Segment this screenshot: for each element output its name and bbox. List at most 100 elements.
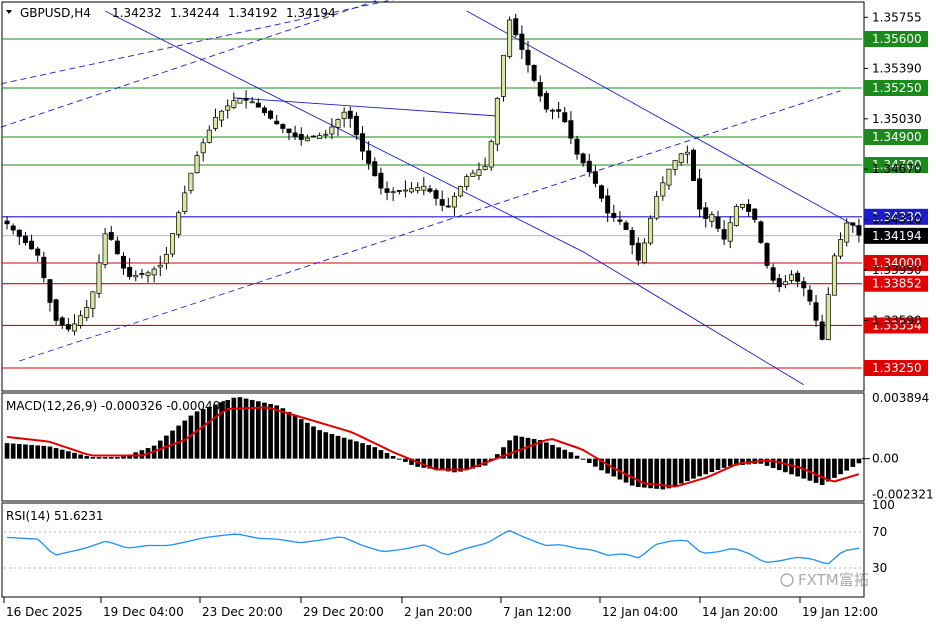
macd-hist-bar	[262, 402, 267, 459]
time-tick-label: 23 Dec 20:00	[202, 605, 283, 619]
chart-svg: 1.356001.352501.349001.347001.343301.341…	[0, 0, 936, 624]
candle-bear	[513, 18, 519, 36]
candle-bull	[341, 111, 347, 120]
macd-hist-bar	[703, 458, 709, 475]
macd-hist-bar	[115, 457, 120, 459]
candle-bull	[231, 100, 237, 108]
candle-bear	[599, 185, 605, 199]
macd-hist-bar	[59, 449, 65, 459]
macd-hist-bar	[335, 435, 341, 459]
candle-bear	[690, 149, 696, 182]
candle-bear	[531, 64, 537, 81]
open-value: 1.34232	[112, 6, 162, 20]
candle-bear	[592, 171, 598, 184]
macd-hist-bar	[66, 451, 71, 459]
time-tick-label: 2 Jan 20:00	[404, 605, 472, 619]
macd-hist-bar	[280, 408, 286, 459]
candle-bull	[470, 172, 476, 177]
candle-bull	[188, 172, 194, 191]
candle-bull	[825, 294, 831, 341]
candle-bull	[500, 54, 506, 97]
macd-hist-bar	[305, 422, 310, 459]
candle-bull	[727, 222, 733, 242]
price-tick-label: 1.33590	[872, 313, 922, 327]
macd-hist-bar	[776, 458, 782, 471]
candle-bear	[445, 205, 451, 208]
candle-bear	[525, 49, 531, 66]
candle-bear	[519, 33, 525, 50]
candle-bull	[78, 315, 84, 326]
candle-bear	[752, 208, 758, 220]
time-tick-label: 16 Dec 2025	[6, 605, 83, 619]
macd-hist-bar	[10, 443, 16, 459]
candle-bear	[310, 135, 316, 138]
macd-hist-bar	[403, 458, 408, 462]
time-tick-label: 12 Jan 04:00	[602, 605, 678, 619]
candle-bear	[746, 204, 752, 212]
macd-hist-bar	[90, 457, 96, 459]
macd-hist-bar	[513, 435, 519, 459]
symbol-label[interactable]: GBPUSD,H4	[20, 6, 91, 20]
time-tick-label: 7 Jan 12:00	[503, 605, 571, 619]
candle-bear	[347, 110, 353, 119]
candle-bear	[274, 120, 280, 125]
candle-bear	[366, 150, 372, 164]
macd-hist-bar	[274, 405, 280, 459]
candle-bull	[678, 153, 684, 164]
candle-bear	[770, 267, 776, 281]
macd-hist-bar	[580, 458, 586, 460]
macd-hist-bar	[507, 440, 512, 459]
macd-hist-bar	[617, 458, 623, 480]
macd-hist-bar	[783, 458, 788, 473]
candle-bull	[304, 137, 310, 142]
close-value: 1.34194	[286, 6, 336, 20]
candle-bear	[41, 256, 47, 279]
candle-bull	[451, 195, 457, 208]
candle-bull	[831, 255, 837, 296]
macd-hist-bar	[678, 458, 684, 484]
macd-hist-bar	[685, 458, 690, 482]
candle-bear	[580, 153, 586, 164]
macd-hist-bar	[635, 458, 641, 487]
candle-bear	[617, 219, 623, 222]
candle-bear	[4, 220, 10, 225]
candle-bear	[758, 221, 764, 243]
macd-hist-bar	[384, 453, 390, 459]
candle-bear	[721, 229, 727, 240]
rsi-label: RSI(14) 51.6231	[6, 509, 104, 523]
rsi-tick-label: 70	[872, 525, 887, 539]
candle-bull	[96, 262, 102, 294]
candle-bear	[623, 222, 629, 230]
candle-bear	[292, 132, 298, 138]
chart-background	[0, 0, 936, 624]
candle-bull	[102, 233, 108, 265]
candle-bull	[90, 291, 96, 309]
price-tick-label: 1.34670	[872, 162, 922, 176]
candle-bull	[709, 214, 715, 222]
candle-bear	[35, 248, 41, 256]
macd-hist-bar	[691, 458, 696, 479]
candle-bear	[550, 109, 556, 112]
macd-hist-bar	[544, 442, 549, 459]
candle-bull	[329, 126, 335, 135]
macd-hist-bar	[96, 457, 102, 459]
macd-hist-bar	[323, 432, 329, 459]
candle-bear	[562, 112, 568, 123]
candle-bear	[22, 235, 28, 244]
candle-bear	[268, 110, 274, 119]
candle-bull	[666, 168, 672, 186]
macd-hist-bar	[84, 456, 90, 459]
macd-hist-bar	[121, 456, 126, 459]
candle-bear	[59, 317, 65, 326]
candle-bull	[672, 160, 678, 170]
trading-chart: 1.35600 1.35250 1.34900 1.34700 1.34330 1.341…	[0, 0, 936, 624]
candle-bear	[764, 243, 770, 266]
candle-bear	[635, 242, 641, 261]
candle-bear	[807, 289, 813, 302]
candle-bull	[421, 185, 427, 191]
candle-bear	[703, 207, 709, 219]
macd-hist-bar	[47, 446, 53, 459]
candle-bear	[574, 138, 580, 155]
candle-bear	[298, 133, 304, 140]
rsi-tick-label: 100	[872, 498, 895, 512]
